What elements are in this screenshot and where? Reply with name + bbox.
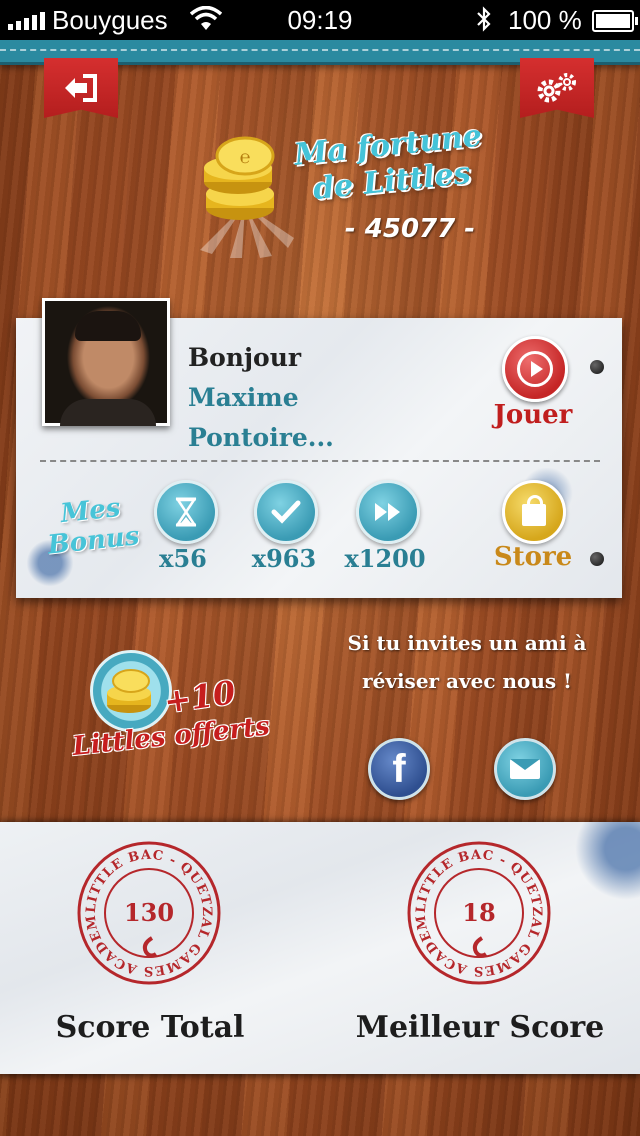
bonus-check-button[interactable] [254, 480, 318, 544]
bonus-title: Mes Bonus [39, 491, 145, 561]
envelope-icon [510, 759, 540, 779]
check-icon [271, 500, 301, 524]
divider [40, 460, 600, 462]
greeting-block: Bonjour Maxime Pontoire... [188, 338, 334, 458]
avatar-photo [45, 301, 167, 426]
score-best-value: 18 [462, 898, 496, 927]
status-bar: Bouygues 09:19 100 % [0, 0, 640, 40]
invite-bonus-amount: +10 [161, 673, 238, 721]
settings-button[interactable] [520, 58, 594, 118]
fast-forward-icon [375, 503, 400, 521]
battery-icon [592, 10, 638, 32]
invite-text-line1: Si tu invites un ami à [347, 631, 587, 655]
fortune-value: - 45077 - [344, 214, 476, 244]
gears-icon [537, 73, 576, 103]
store-label[interactable]: Store [480, 542, 586, 572]
score-best-label: Meilleur Score [355, 1010, 605, 1045]
play-button[interactable] [502, 336, 568, 402]
play-label[interactable]: Jouer [480, 400, 586, 430]
bluetooth-icon [477, 6, 491, 32]
store-button[interactable] [502, 480, 566, 544]
exit-icon [65, 74, 97, 102]
fortune-title: Ma fortune de Littles [287, 118, 493, 211]
svg-text:℮: ℮ [240, 147, 251, 168]
user-first-name: Maxime [188, 383, 299, 412]
coins-badge-icon [90, 650, 172, 732]
user-last-name: Pontoire... [188, 423, 334, 452]
play-icon [517, 351, 553, 387]
email-invite-button[interactable] [494, 738, 556, 800]
bonus-hourglass-button[interactable] [154, 480, 218, 544]
back-button[interactable] [44, 58, 118, 118]
score-total-value: 130 [123, 898, 175, 927]
avatar[interactable] [42, 298, 170, 426]
bonus-count: x56 [159, 544, 207, 573]
score-total-label: Score Total [55, 1010, 245, 1045]
bonus-skip-button[interactable] [356, 480, 420, 544]
facebook-icon: f [392, 746, 406, 791]
bonus-count: x1200 [344, 544, 426, 573]
ink-splat [570, 822, 640, 912]
nail [590, 360, 604, 374]
nail [590, 552, 604, 566]
bonus-count: x963 [251, 544, 317, 573]
coins-icon: ℮ [200, 136, 294, 258]
invite-text-line2: réviser avec nous ! [362, 669, 572, 693]
facebook-invite-button[interactable]: f [368, 738, 430, 800]
invite-text: Si tu invites un ami à réviser avec nous… [322, 624, 612, 700]
battery-percent: 100 % [508, 5, 582, 35]
shopping-bag-icon [522, 495, 546, 526]
hourglass-icon [175, 497, 197, 527]
greeting-text: Bonjour [188, 343, 302, 372]
